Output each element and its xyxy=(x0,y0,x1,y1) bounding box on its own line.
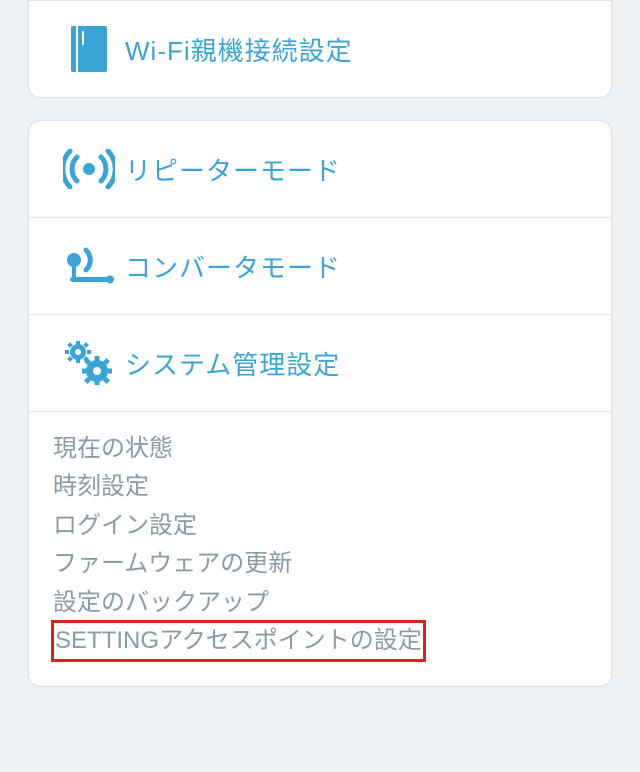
gears-icon xyxy=(53,341,125,385)
wifi-signal-icon xyxy=(53,149,125,189)
antenna-icon xyxy=(53,246,125,286)
card-wifi: Wi-Fi親機接続設定 xyxy=(28,0,612,98)
row-wifi-parent[interactable]: Wi-Fi親機接続設定 xyxy=(29,1,611,97)
sub-ap-setting[interactable]: SETTINGアクセスポイントの設定 xyxy=(53,622,424,660)
row-repeater[interactable]: リピーターモード xyxy=(29,121,611,217)
sub-login[interactable]: ログイン設定 xyxy=(53,507,197,545)
row-label: リピーターモード xyxy=(125,151,341,188)
card-modes: リピーターモード コンバータモード xyxy=(28,120,612,687)
sub-backup[interactable]: 設定のバックアップ xyxy=(53,584,269,622)
row-label: コンバータモード xyxy=(125,248,341,285)
row-system[interactable]: システム管理設定 xyxy=(29,314,611,411)
row-label: Wi-Fi親機接続設定 xyxy=(125,31,353,68)
row-label: システム管理設定 xyxy=(125,345,340,382)
sub-firmware[interactable]: ファームウェアの更新 xyxy=(53,545,292,583)
system-sublist: 現在の状態 時刻設定 ログイン設定 ファームウェアの更新 設定のバックアップ S… xyxy=(29,411,611,686)
book-icon xyxy=(53,26,125,72)
row-converter[interactable]: コンバータモード xyxy=(29,217,611,314)
sub-time[interactable]: 時刻設定 xyxy=(53,468,149,506)
sub-status[interactable]: 現在の状態 xyxy=(53,430,173,468)
